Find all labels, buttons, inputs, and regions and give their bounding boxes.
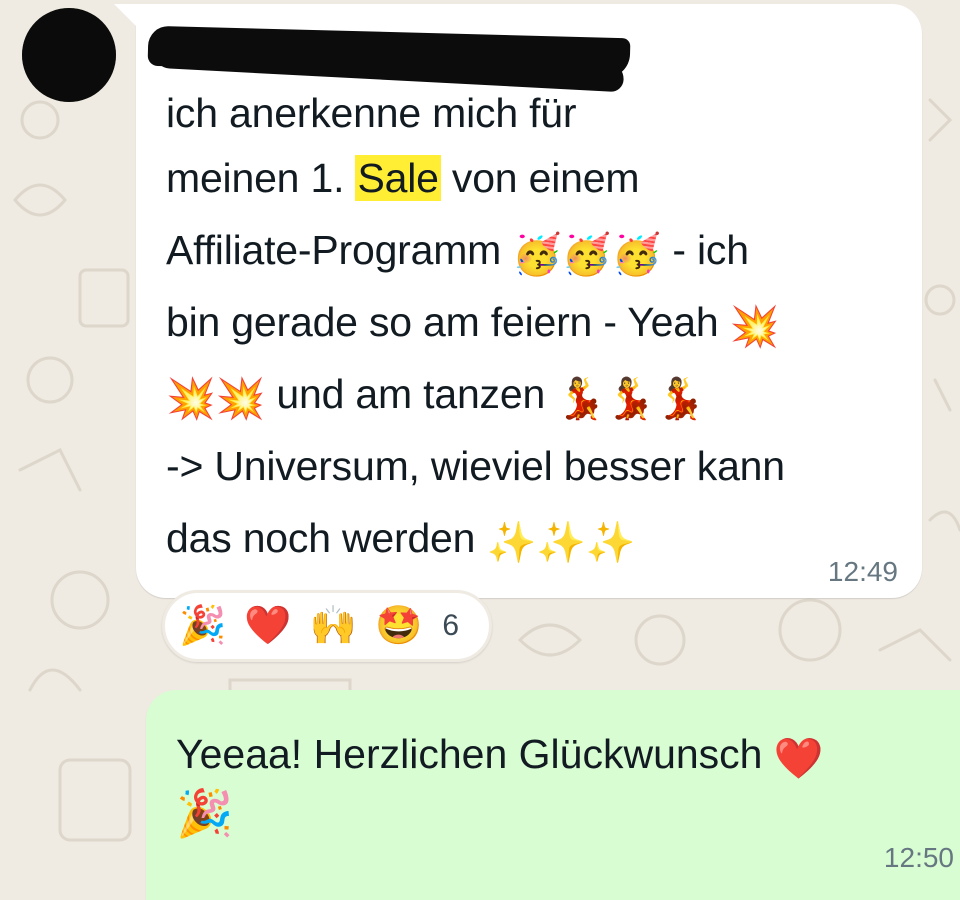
avatar-redaction [22, 8, 116, 102]
outgoing-message-text: Yeeaa! Herzlichen Glückwunsch ❤️ [176, 731, 824, 781]
highlighted-search-match: Sale [355, 155, 441, 201]
raising-hands-icon: 🙌 [309, 605, 357, 647]
partying-face-icon: 🥳🥳🥳 [512, 233, 662, 277]
outgoing-message-bubble[interactable]: Yeeaa! Herzlichen Glückwunsch ❤️ 🎉 12:50 [146, 690, 960, 900]
red-heart-icon: ❤️ [244, 605, 292, 647]
contact-avatar[interactable] [22, 8, 116, 102]
collision-icon: 💥 [729, 305, 780, 349]
collision-icon: 💥💥 [166, 377, 266, 421]
party-popper-icon: 🎉 [176, 787, 234, 839]
message-line: meinen 1. Sale von einem [166, 155, 640, 201]
party-popper-icon: 🎉 [179, 605, 227, 647]
bubble-tail [114, 4, 140, 30]
reaction-count: 6 [442, 609, 459, 642]
message-line: Affiliate-Programm 🥳🥳🥳 - ich [166, 227, 749, 277]
message-text: ich anerkenne mich für meinen 1. Sale vo… [166, 84, 906, 574]
red-heart-icon: ❤️ [773, 737, 824, 781]
message-line: -> Universum, wieviel besser kann [166, 443, 785, 489]
star-struck-icon: 🤩 [374, 605, 423, 647]
reactions-pill[interactable]: 🎉 ❤️ 🙌 🤩 6 [162, 590, 492, 662]
message-line: das noch werden ✨✨✨ [166, 515, 636, 565]
message-timestamp: 12:50 [883, 842, 954, 873]
dancer-icon: 💃💃💃 [556, 377, 706, 421]
sparkles-icon: ✨✨✨ [486, 521, 636, 565]
message-timestamp: 12:49 [827, 556, 898, 587]
incoming-message-bubble[interactable]: N ich anerkenne mich für meinen 1. Sale … [114, 4, 922, 598]
message-line: 💥💥 und am tanzen 💃💃💃 [166, 371, 706, 421]
message-line: ich anerkenne mich für [166, 90, 577, 136]
message-line: bin gerade so am feiern - Yeah 💥 [166, 299, 780, 349]
